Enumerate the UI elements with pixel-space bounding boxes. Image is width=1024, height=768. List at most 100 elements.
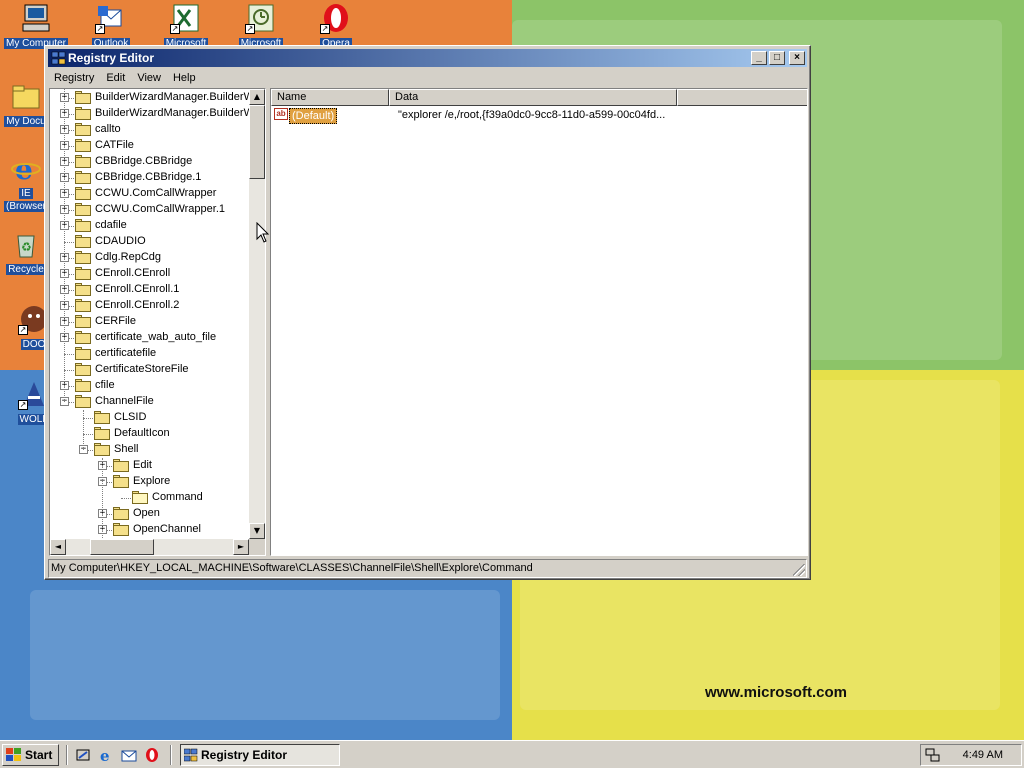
desktop-icon-excel[interactable]: ↗ Microsoft [150, 0, 222, 49]
quick-launch-separator [170, 745, 172, 765]
window-title: Registry Editor [68, 51, 155, 65]
menu-edit[interactable]: Edit [100, 72, 131, 84]
taskbar-button-registry-editor[interactable]: Registry Editor [180, 744, 340, 766]
tree-item[interactable]: + Open [50, 506, 249, 522]
show-desktop-icon[interactable] [75, 747, 91, 763]
tree-item[interactable]: + cdafile [50, 218, 249, 234]
shortcut-arrow-icon: ↗ [245, 24, 255, 34]
task-label: Registry Editor [201, 748, 288, 762]
outlook-icon: ↗ [95, 2, 127, 34]
scroll-right-button[interactable]: ► [233, 539, 249, 555]
resize-grip-icon[interactable] [793, 564, 805, 576]
tree-item[interactable]: + CBBridge.CBBridge.1 [50, 170, 249, 186]
title-bar[interactable]: Registry Editor _ □ × [48, 49, 807, 67]
tree-vertical-scrollbar[interactable]: ▲ ▼ [249, 89, 265, 539]
network-icon[interactable] [925, 747, 941, 763]
tree-item[interactable]: Command [50, 490, 249, 506]
scroll-down-button[interactable]: ▼ [249, 523, 265, 539]
tree-item[interactable]: CDAUDIO [50, 234, 249, 250]
maximize-button[interactable]: □ [769, 51, 785, 65]
scroll-thumb[interactable] [249, 105, 265, 179]
folder-icon [75, 139, 91, 152]
maximize-icon: □ [773, 52, 781, 63]
quick-launch-separator [66, 745, 68, 765]
ie-icon[interactable]: e [98, 747, 114, 765]
tree-item[interactable]: CertificateStoreFile [50, 362, 249, 378]
wallpaper-pane [30, 590, 500, 720]
tree-item[interactable]: + CEnroll.CEnroll.2 [50, 298, 249, 314]
tree-connector [83, 418, 93, 419]
folder-icon [75, 379, 91, 392]
desktop-icon-outlook[interactable]: ↗ Outlook [75, 0, 147, 49]
shortcut-arrow-icon: ↗ [18, 400, 28, 410]
close-button[interactable]: × [789, 51, 805, 65]
tree-item-label: Open [133, 507, 160, 519]
tree-item[interactable]: + CCWU.ComCallWrapper [50, 186, 249, 202]
tree-item[interactable]: + Edit [50, 458, 249, 474]
tree-item[interactable]: + callto [50, 122, 249, 138]
tree-item-label: CEnroll.CEnroll.1 [95, 283, 180, 295]
computer-icon [20, 2, 52, 34]
registry-editor-window[interactable]: Registry Editor _ □ × Registry Edit View… [44, 45, 811, 580]
minimize-icon: _ [756, 52, 762, 63]
clock[interactable]: 4:49 AM [963, 745, 1003, 765]
close-icon: × [794, 52, 800, 63]
outlook-icon[interactable] [121, 747, 137, 763]
tree-item[interactable]: + CEnroll.CEnroll.1 [50, 282, 249, 298]
value-name[interactable]: (Default) [289, 108, 338, 124]
scroll-up-button[interactable]: ▲ [249, 89, 265, 105]
tree-item[interactable]: + OpenChannel [50, 522, 249, 538]
tree-item[interactable]: − Shell [50, 442, 249, 458]
desktop-icon-opera[interactable]: ↗ Opera [300, 0, 372, 49]
folder-icon [94, 427, 110, 440]
desktop-icon-project[interactable]: ↗ Microsoft [225, 0, 297, 49]
folder-icon [75, 363, 91, 376]
shortcut-arrow-icon: ↗ [320, 24, 330, 34]
minimize-button[interactable]: _ [751, 51, 767, 65]
scroll-left-button[interactable]: ◄ [50, 539, 66, 555]
tree-item[interactable]: − ChannelFile [50, 394, 249, 410]
registry-tree[interactable]: + BuilderWizardManager.BuilderW + BuilderWi… [49, 88, 266, 556]
registry-editor-icon [183, 748, 198, 762]
start-label: Start [25, 748, 53, 762]
column-header-data[interactable]: Data [389, 89, 677, 106]
start-button[interactable]: Start [2, 744, 59, 766]
tree-item-label: DefaultIcon [114, 427, 170, 439]
folder-icon [75, 187, 91, 200]
folder-icon [94, 411, 110, 424]
tree-item-label: BuilderWizardManager.BuilderW [95, 91, 249, 103]
tree-item[interactable]: DefaultIcon [50, 426, 249, 442]
tree-item[interactable]: + CERFile [50, 314, 249, 330]
values-list[interactable]: Name Data ab (Default) "explorer /e,/roo… [270, 88, 808, 556]
tree-item[interactable]: + BuilderWizardManager.BuilderW [50, 90, 249, 106]
tree-item[interactable]: − Explore [50, 474, 249, 490]
opera-icon[interactable] [144, 747, 160, 763]
tree-item-label: CLSID [114, 411, 147, 423]
tree-item[interactable]: + CEnroll.CEnroll [50, 266, 249, 282]
tree-item[interactable]: + CATFile [50, 138, 249, 154]
menu-registry[interactable]: Registry [48, 72, 100, 84]
tree-item[interactable]: + BuilderWizardManager.BuilderW [50, 106, 249, 122]
folder-icon [113, 475, 129, 488]
tree-connector [64, 242, 74, 243]
tree-item[interactable]: + Cdlg.RepCdg [50, 250, 249, 266]
value-row[interactable]: ab (Default) "explorer /e,/root,{f39a0dc… [271, 107, 807, 124]
tree-item[interactable]: certificatefile [50, 346, 249, 362]
tree-item-label: CertificateStoreFile [95, 363, 189, 375]
scroll-thumb-horizontal[interactable] [90, 539, 154, 555]
tree-connector [64, 354, 74, 355]
menu-help[interactable]: Help [167, 72, 202, 84]
tree-item[interactable]: + certificate_wab_auto_file [50, 330, 249, 346]
tree-item[interactable]: CLSID [50, 410, 249, 426]
menu-view[interactable]: View [131, 72, 167, 84]
tree-connector [121, 498, 131, 499]
tree-item[interactable]: + CCWU.ComCallWrapper.1 [50, 202, 249, 218]
opera-icon: ↗ [320, 2, 352, 34]
column-header-name[interactable]: Name [271, 89, 389, 106]
tree-item[interactable]: + cfile [50, 378, 249, 394]
arrow-left-icon: ◄ [54, 542, 62, 551]
desktop-icon-my-computer[interactable]: My Computer [0, 0, 72, 49]
tree-horizontal-scrollbar[interactable]: ◄ ► [50, 539, 249, 555]
desktop-icon-label: IE [19, 188, 33, 199]
tree-item[interactable]: + CBBridge.CBBridge [50, 154, 249, 170]
